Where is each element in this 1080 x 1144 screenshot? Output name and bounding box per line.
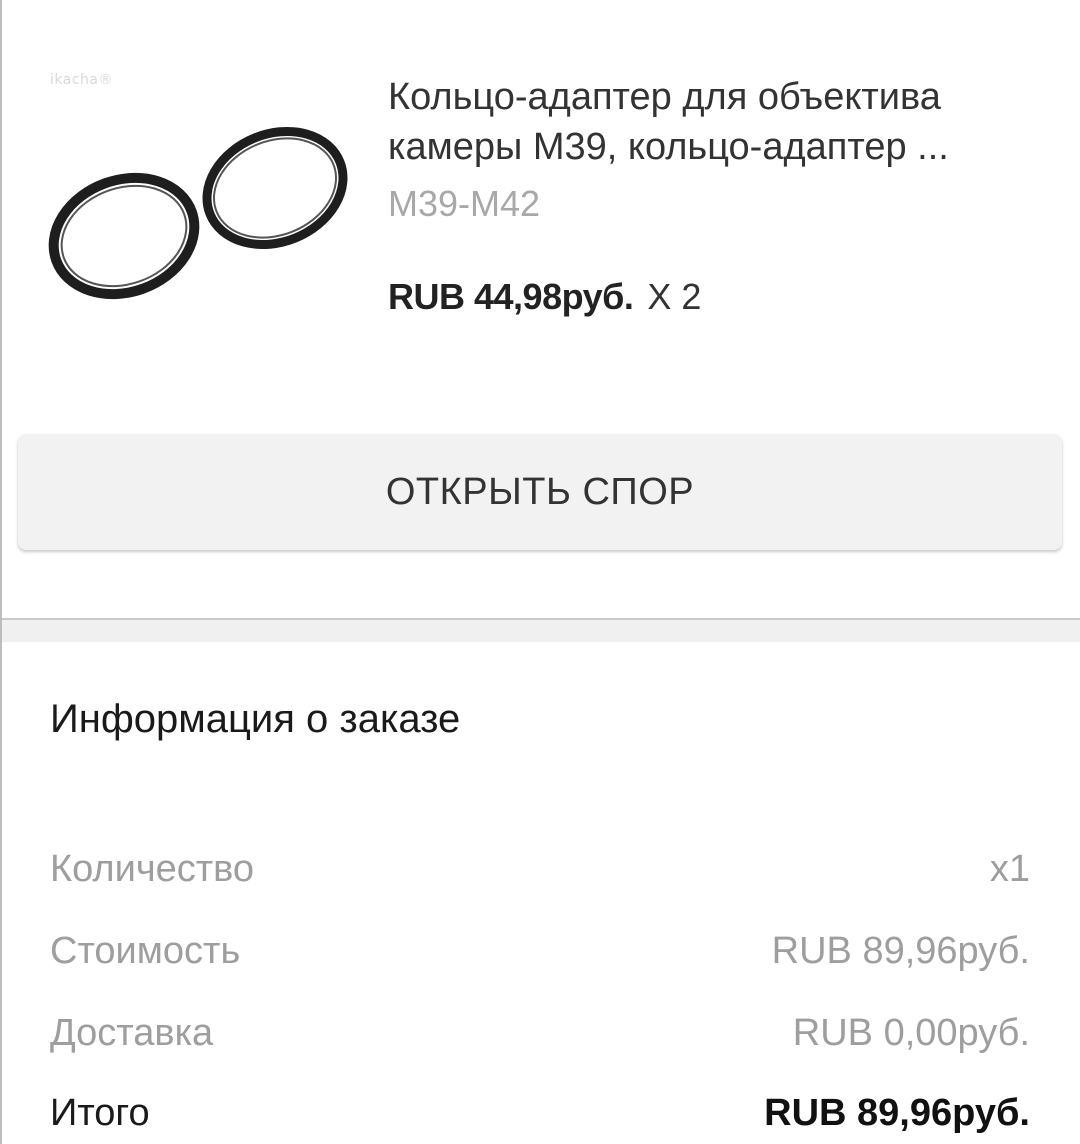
order-info-section: Информация о заказе Количество x1 Стоимо… [2,642,1080,1144]
open-dispute-button[interactable]: ОТКРЫТЬ СПОР [18,434,1062,550]
order-row-value: x1 [989,847,1030,890]
item-quantity: X 2 [647,276,702,317]
order-row-quantity: Количество x1 [50,844,1030,894]
lens-adapter-rings-image [48,126,348,300]
order-row-label: Стоимость [50,929,241,972]
price-line: RUB 44,98руб. X 2 [388,274,701,320]
order-info-title: Информация о заказе [50,697,461,741]
order-row-value: RUB 89,96руб. [771,929,1030,972]
product-variant: M39-M42 [388,183,541,224]
order-row-value: RUB 0,00руб. [792,1011,1030,1054]
section-divider [2,618,1080,642]
product-title[interactable]: Кольцо-адаптер для объектива камеры М39,… [388,72,1028,172]
order-row-cost: Стоимость RUB 89,96руб. [50,926,1030,976]
unit-price: RUB 44,98руб. [388,276,634,317]
watermark-logo: ikacha® [50,72,113,88]
order-row-label: Итого [50,1091,150,1134]
order-row-shipping: Доставка RUB 0,00руб. [50,1008,1030,1058]
order-row-label: Количество [50,847,255,890]
order-total-value: RUB 89,96руб. [764,1091,1030,1134]
order-row-label: Доставка [50,1011,214,1054]
order-row-total: Итого RUB 89,96руб. [50,1088,1030,1138]
